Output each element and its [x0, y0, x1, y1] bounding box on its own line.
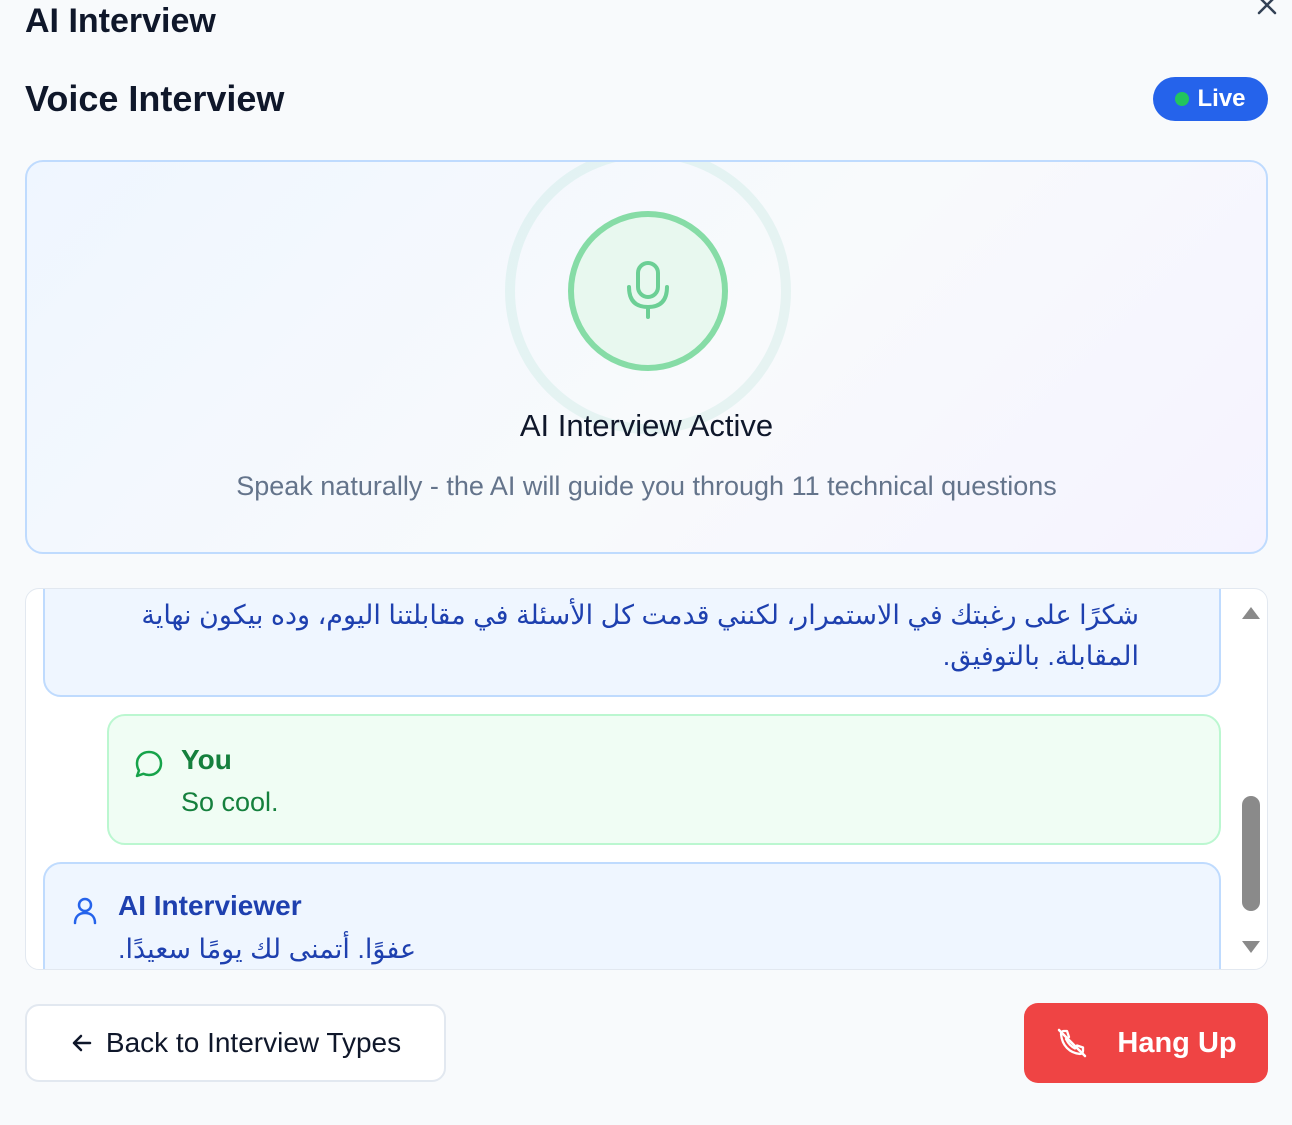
- user-icon: [73, 897, 97, 925]
- scroll-up-arrow-icon[interactable]: [1242, 607, 1260, 619]
- status-title: AI Interview Active: [519, 408, 774, 443]
- dialog-title: AI Interview: [25, 2, 216, 40]
- close-icon: [1257, 0, 1277, 15]
- transcript-message-ai: شكرًا على رغبتك في الاستمرار، لكنني قدمت…: [43, 589, 1221, 697]
- transcript-message-ai: AI Interviewer عفوًا. أتمنى لك يومًا سعي…: [43, 862, 1221, 969]
- interview-status-card: AI Interview Active Speak naturally - th…: [25, 160, 1268, 554]
- hang-up-button[interactable]: Hang Up: [1024, 1003, 1268, 1083]
- scrollbar-thumb[interactable]: [1242, 796, 1260, 911]
- live-dot: [1175, 92, 1190, 106]
- message-text: شكرًا على رغبتك في الاستمرار، لكنني قدمت…: [141, 600, 1139, 671]
- live-badge-label: Live: [1197, 85, 1246, 112]
- transcript-message-user: You So cool.: [107, 714, 1221, 845]
- arrow-left-icon: [72, 1034, 92, 1052]
- message-text: عفوًا. أتمنى لك يومًا سعيدًا.: [118, 934, 417, 964]
- status-subtitle: Speak naturally - the AI will guide you …: [236, 471, 1057, 501]
- scroll-down-arrow-icon[interactable]: [1242, 941, 1260, 953]
- back-to-interview-types-button[interactable]: Back to Interview Types: [25, 1004, 446, 1082]
- live-status-badge: Live: [1153, 77, 1268, 121]
- phone-off-icon: [1058, 1028, 1087, 1058]
- close-button[interactable]: [1254, 0, 1280, 18]
- hang-up-label: Hang Up: [1117, 1026, 1237, 1059]
- transcript-panel[interactable]: شكرًا على رغبتك في الاستمرار، لكنني قدمت…: [25, 588, 1268, 970]
- message-author: You: [181, 744, 232, 775]
- back-button-label: Back to Interview Types: [105, 1027, 402, 1058]
- microphone-icon: [627, 261, 669, 319]
- message-text: So cool.: [181, 787, 279, 817]
- transcript-scrollbar[interactable]: [1234, 589, 1267, 969]
- microphone-indicator: [568, 211, 728, 371]
- section-title: Voice Interview: [25, 78, 285, 119]
- message-author: AI Interviewer: [118, 890, 302, 921]
- chat-bubble-icon: [135, 750, 163, 778]
